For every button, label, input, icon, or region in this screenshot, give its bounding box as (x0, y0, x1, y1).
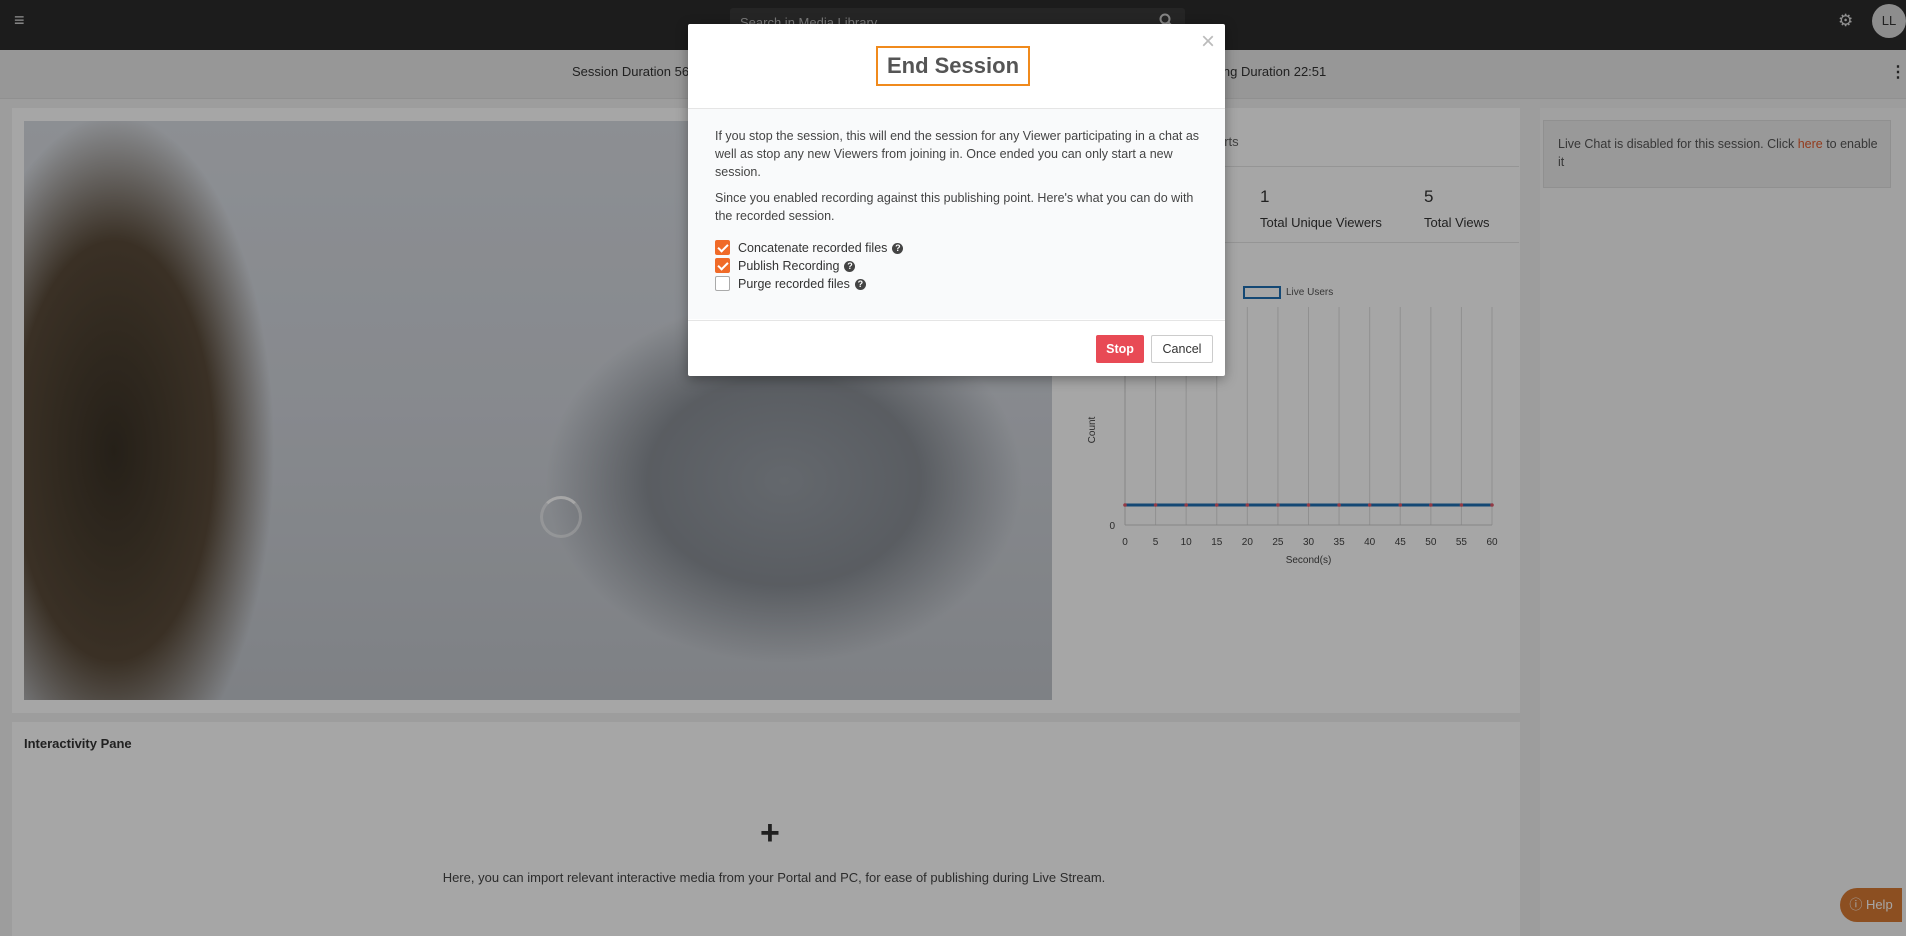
end-session-dialog: End Session × If you stop the session, t… (688, 24, 1225, 376)
purge-checkbox[interactable] (715, 276, 730, 292)
recording-info-text: Since you enabled recording against this… (715, 191, 1194, 223)
purge-label: Purge recorded files (738, 277, 850, 291)
stop-warning-text: If you stop the session, this will end t… (715, 129, 1200, 179)
concatenate-checkbox[interactable] (715, 240, 730, 256)
option-concatenate[interactable]: Concatenate recorded files? (715, 239, 904, 257)
stop-button[interactable]: Stop (1096, 335, 1144, 363)
help-circle-icon[interactable]: ? (892, 243, 904, 255)
publish-label: Publish Recording (738, 259, 840, 273)
dialog-title: End Session (876, 46, 1030, 86)
publish-checkbox[interactable] (715, 258, 730, 274)
concatenate-label: Concatenate recorded files (738, 241, 888, 255)
close-icon[interactable]: × (1201, 28, 1215, 56)
option-publish[interactable]: Publish Recording? (715, 257, 856, 275)
help-circle-icon[interactable]: ? (844, 261, 856, 273)
cancel-button[interactable]: Cancel (1151, 335, 1213, 363)
dialog-header: End Session × (688, 24, 1225, 109)
option-purge[interactable]: Purge recorded files? (715, 275, 866, 293)
dialog-body: If you stop the session, this will end t… (688, 109, 1225, 319)
dialog-footer: Stop Cancel (688, 320, 1225, 377)
help-circle-icon[interactable]: ? (854, 279, 866, 291)
